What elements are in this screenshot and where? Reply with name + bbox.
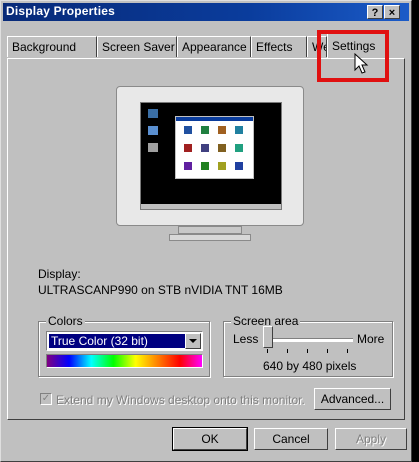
less-label: Less	[233, 332, 259, 346]
monitor-bezel	[116, 86, 304, 226]
mouse-cursor-icon	[354, 53, 369, 74]
preview-window	[175, 116, 254, 179]
highlight-box	[317, 30, 389, 82]
display-properties-window: Display Properties ? × Background Screen…	[0, 0, 412, 462]
title-bar[interactable]: Display Properties ? ×	[3, 3, 409, 21]
recycle-bin-icon	[148, 143, 158, 152]
help-button[interactable]: ?	[367, 5, 383, 19]
monitor-base	[169, 234, 251, 241]
tab-background[interactable]: Background	[7, 36, 97, 57]
screen-area-slider-thumb[interactable]	[263, 326, 273, 348]
monitor-preview	[116, 86, 306, 241]
tab-screen-saver[interactable]: Screen Saver	[97, 36, 177, 57]
colors-selected-value: True Color (32 bit)	[49, 334, 186, 348]
colors-dropdown[interactable]: True Color (32 bit)	[46, 331, 203, 351]
monitor-screen	[140, 102, 282, 210]
tab-effects[interactable]: Effects	[251, 36, 307, 57]
extend-desktop-label: Extend my Windows desktop onto this moni…	[56, 393, 305, 407]
monitor-neck	[178, 226, 242, 234]
close-button[interactable]: ×	[384, 5, 400, 19]
chevron-down-icon[interactable]	[185, 333, 201, 349]
resolution-label: 640 by 480 pixels	[263, 359, 357, 373]
color-spectrum-bar	[46, 354, 203, 368]
network-icon	[148, 126, 158, 135]
more-label: More	[357, 332, 385, 346]
my-computer-icon	[148, 109, 158, 118]
window-title: Display Properties	[6, 4, 115, 18]
cancel-button[interactable]: Cancel	[254, 428, 328, 450]
colors-caption: Colors	[46, 314, 85, 328]
advanced-button[interactable]: Advanced...	[314, 388, 391, 410]
ok-button[interactable]: OK	[172, 427, 248, 451]
screen-area-slider-track[interactable]	[266, 338, 353, 342]
extend-desktop-checkbox[interactable]: ✓	[40, 393, 52, 405]
display-label: Display:	[38, 267, 81, 281]
preview-taskbar	[141, 204, 281, 209]
display-value: ULTRASCANP990 on STB nVIDIA TNT 16MB	[38, 283, 283, 297]
apply-button: Apply	[335, 428, 407, 450]
tab-appearance[interactable]: Appearance	[177, 36, 251, 57]
